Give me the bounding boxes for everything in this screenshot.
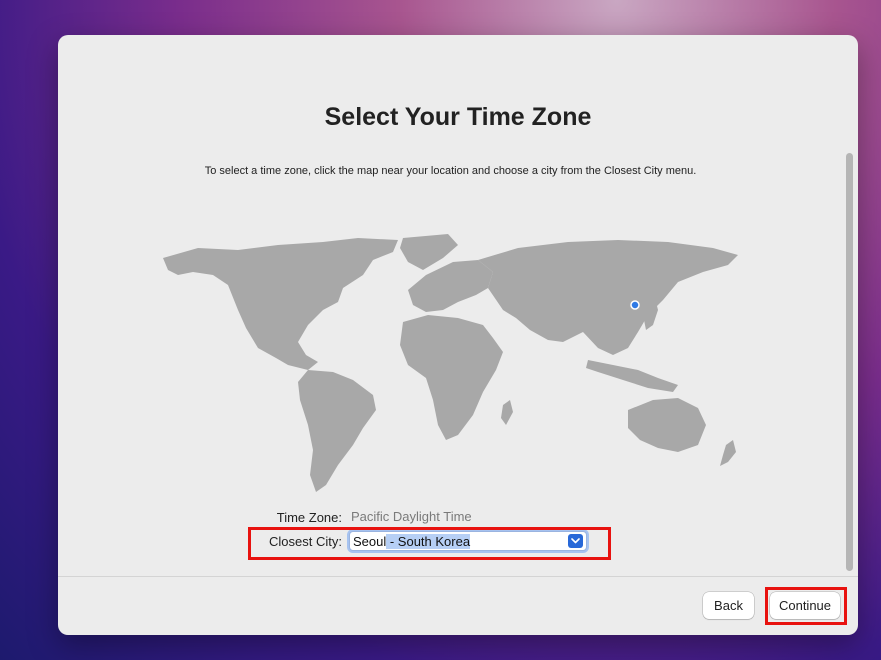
time-zone-label: Time Zone:	[276, 510, 342, 525]
new-zealand	[720, 440, 736, 466]
southeast-asia-islands	[586, 360, 678, 392]
selected-location-marker	[630, 300, 640, 310]
continue-highlight-box	[765, 587, 847, 625]
madagascar	[501, 400, 513, 425]
setup-assistant-window: Select Your Time Zone To select a time z…	[58, 35, 858, 635]
north-america	[163, 238, 398, 370]
vertical-scrollbar[interactable]	[843, 150, 855, 578]
page-title: Select Your Time Zone	[324, 103, 592, 131]
scrollbar-thumb[interactable]	[846, 153, 853, 571]
time-zone-value: Pacific Daylight Time	[351, 509, 472, 524]
back-button[interactable]: Back	[703, 592, 754, 619]
africa	[400, 315, 503, 440]
south-america	[298, 370, 376, 492]
closest-city-highlight-box	[248, 527, 611, 560]
world-map[interactable]	[158, 230, 743, 500]
footer-divider	[58, 576, 858, 577]
instructions-text: To select a time zone, click the map nea…	[204, 165, 697, 177]
australia	[628, 398, 706, 452]
asia	[478, 240, 738, 355]
